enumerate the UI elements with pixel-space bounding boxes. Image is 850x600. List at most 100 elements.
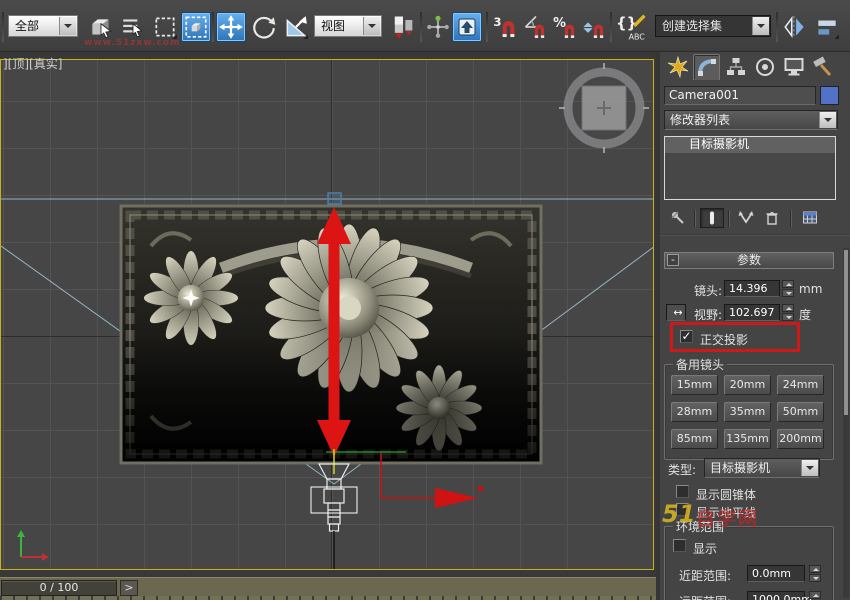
tab-hierarchy[interactable] (722, 54, 749, 80)
chevron-down-icon[interactable] (819, 112, 836, 128)
camera-target-selection[interactable] (328, 193, 341, 204)
orthographic-checkbox[interactable]: ✓ (680, 330, 693, 343)
near-range-field[interactable]: 0.0mm (747, 565, 805, 582)
show-end-result-button[interactable] (700, 208, 724, 228)
lens-15mm-button[interactable]: 15mm (671, 375, 718, 395)
named-selection-sets-icon: {} ABC (615, 12, 649, 42)
svg-text:3: 3 (493, 15, 501, 29)
camera-viewport[interactable] (0, 59, 654, 570)
fov-label: 视野: (694, 306, 722, 323)
lens-85mm-button[interactable]: 85mm (671, 429, 718, 449)
collapse-icon[interactable]: - (667, 254, 679, 266)
track-bar-ticks[interactable] (0, 596, 656, 600)
lens-28mm-button[interactable]: 28mm (671, 402, 718, 422)
select-and-manipulate-button[interactable] (423, 12, 453, 42)
snap-toggle-3d-button[interactable]: 3 (490, 12, 520, 42)
named-selection-set-dropdown[interactable]: 创建选择集 (655, 15, 771, 37)
lens-spinner[interactable] (782, 280, 794, 297)
lens-135mm-button[interactable]: 135mm (724, 429, 771, 449)
panel-scrollbar-thumb[interactable] (844, 250, 848, 415)
chevron-down-icon[interactable] (801, 460, 818, 476)
select-and-move-button[interactable] (216, 12, 246, 42)
select-and-scale-button[interactable] (281, 12, 311, 42)
lens-24mm-button[interactable]: 24mm (777, 375, 824, 395)
toolbar-separator (2, 12, 4, 42)
lens-value-field[interactable]: 14.396 (724, 280, 780, 297)
stack-toolbar-separator (728, 210, 729, 227)
camera-type-dropdown[interactable]: 目标摄影机 (704, 458, 820, 478)
keyboard-shortcut-override-toggle[interactable] (452, 12, 482, 42)
panel-scrollbar[interactable] (843, 248, 849, 598)
stock-lenses-title: 备用镜头 (673, 356, 727, 373)
chevron-down-icon[interactable] (752, 17, 769, 35)
next-frame-button[interactable]: > (120, 580, 138, 596)
far-range-field[interactable]: 1000.0mm (747, 591, 805, 600)
camera-object[interactable] (311, 464, 357, 531)
object-name-field[interactable]: Camera001 (664, 86, 816, 105)
align-icon (814, 14, 840, 40)
configure-modifier-sets-button[interactable] (798, 208, 822, 228)
tab-display[interactable] (780, 54, 807, 80)
near-range-spinner[interactable] (809, 565, 821, 582)
lens-50mm-button[interactable]: 50mm (777, 402, 824, 422)
main-toolbar: 全部 (0, 0, 850, 52)
window-crossing-toggle[interactable] (181, 12, 211, 42)
tab-utilities[interactable] (809, 54, 836, 80)
rectangular-region-icon (152, 14, 178, 40)
lens-200mm-button[interactable]: 200mm (777, 429, 824, 449)
mirror-button[interactable] (780, 12, 810, 42)
tab-motion[interactable] (751, 54, 778, 80)
timeline-bar: 0 / 100 > (0, 577, 656, 600)
selection-filter-dropdown[interactable]: 全部 (8, 15, 78, 37)
snap-3d-icon: 3 (491, 13, 519, 41)
toolbar-separator (486, 12, 488, 42)
toolbar-separator (420, 12, 422, 42)
angle-snap-icon (522, 13, 550, 41)
display-tab-icon (783, 56, 805, 78)
chevron-down-icon[interactable] (363, 17, 380, 35)
remove-modifier-button[interactable] (760, 208, 784, 228)
show-cone-row: 显示圆锥体 (660, 484, 850, 502)
percent-snap-button[interactable]: % (551, 12, 581, 42)
far-range-spinner[interactable] (809, 591, 821, 600)
reference-coordinate-dropdown[interactable]: 视图 (314, 15, 382, 37)
edit-named-selection-sets-button[interactable]: {} ABC (614, 12, 650, 42)
window-crossing-icon (183, 14, 209, 40)
fov-direction-button[interactable]: ↔ (666, 304, 686, 321)
make-unique-button[interactable] (734, 208, 758, 228)
lens-35mm-button[interactable]: 35mm (724, 402, 771, 422)
far-range-label: 远距范围: (679, 593, 731, 600)
env-show-checkbox[interactable] (673, 539, 686, 552)
select-and-rotate-button[interactable] (249, 12, 279, 42)
stack-item-target-camera[interactable]: 目标摄影机 (665, 137, 835, 153)
viewport-label[interactable]: ][顶][真实] (3, 55, 62, 72)
show-cone-label: 显示圆锥体 (696, 486, 756, 503)
show-cone-checkbox[interactable] (676, 485, 689, 498)
mirror-icon (782, 14, 808, 40)
chevron-down-icon[interactable] (59, 17, 76, 35)
viewport-scene (1, 60, 654, 570)
axis-tripod (17, 530, 49, 561)
modifier-list-label: 修改器列表 (670, 113, 730, 127)
toolbar-separator (776, 12, 778, 42)
pin-stack-icon (670, 210, 686, 226)
fov-spinner[interactable] (782, 304, 794, 321)
pin-stack-button[interactable] (666, 208, 690, 228)
parameters-rollout-header[interactable]: - 参数 (664, 252, 834, 269)
named-selection-set-value: 创建选择集 (662, 19, 722, 33)
align-button[interactable] (812, 12, 842, 42)
use-pivot-center-button[interactable] (388, 12, 418, 42)
object-color-swatch[interactable] (820, 86, 839, 105)
viewcube[interactable] (559, 63, 649, 153)
spinner-snap-button[interactable] (580, 12, 610, 42)
tab-modify[interactable] (693, 54, 720, 80)
fov-value-field[interactable]: 102.697 (724, 304, 780, 321)
lens-20mm-button[interactable]: 20mm (724, 375, 771, 395)
angle-snap-button[interactable] (521, 12, 551, 42)
panel-divider (660, 234, 850, 236)
show-horizon-checkbox[interactable] (676, 503, 689, 516)
modifier-stack[interactable]: 目标摄影机 (664, 136, 836, 200)
modifier-list-dropdown[interactable]: 修改器列表 (664, 110, 838, 130)
tab-create[interactable] (664, 54, 691, 80)
time-slider[interactable]: 0 / 100 (1, 580, 117, 596)
